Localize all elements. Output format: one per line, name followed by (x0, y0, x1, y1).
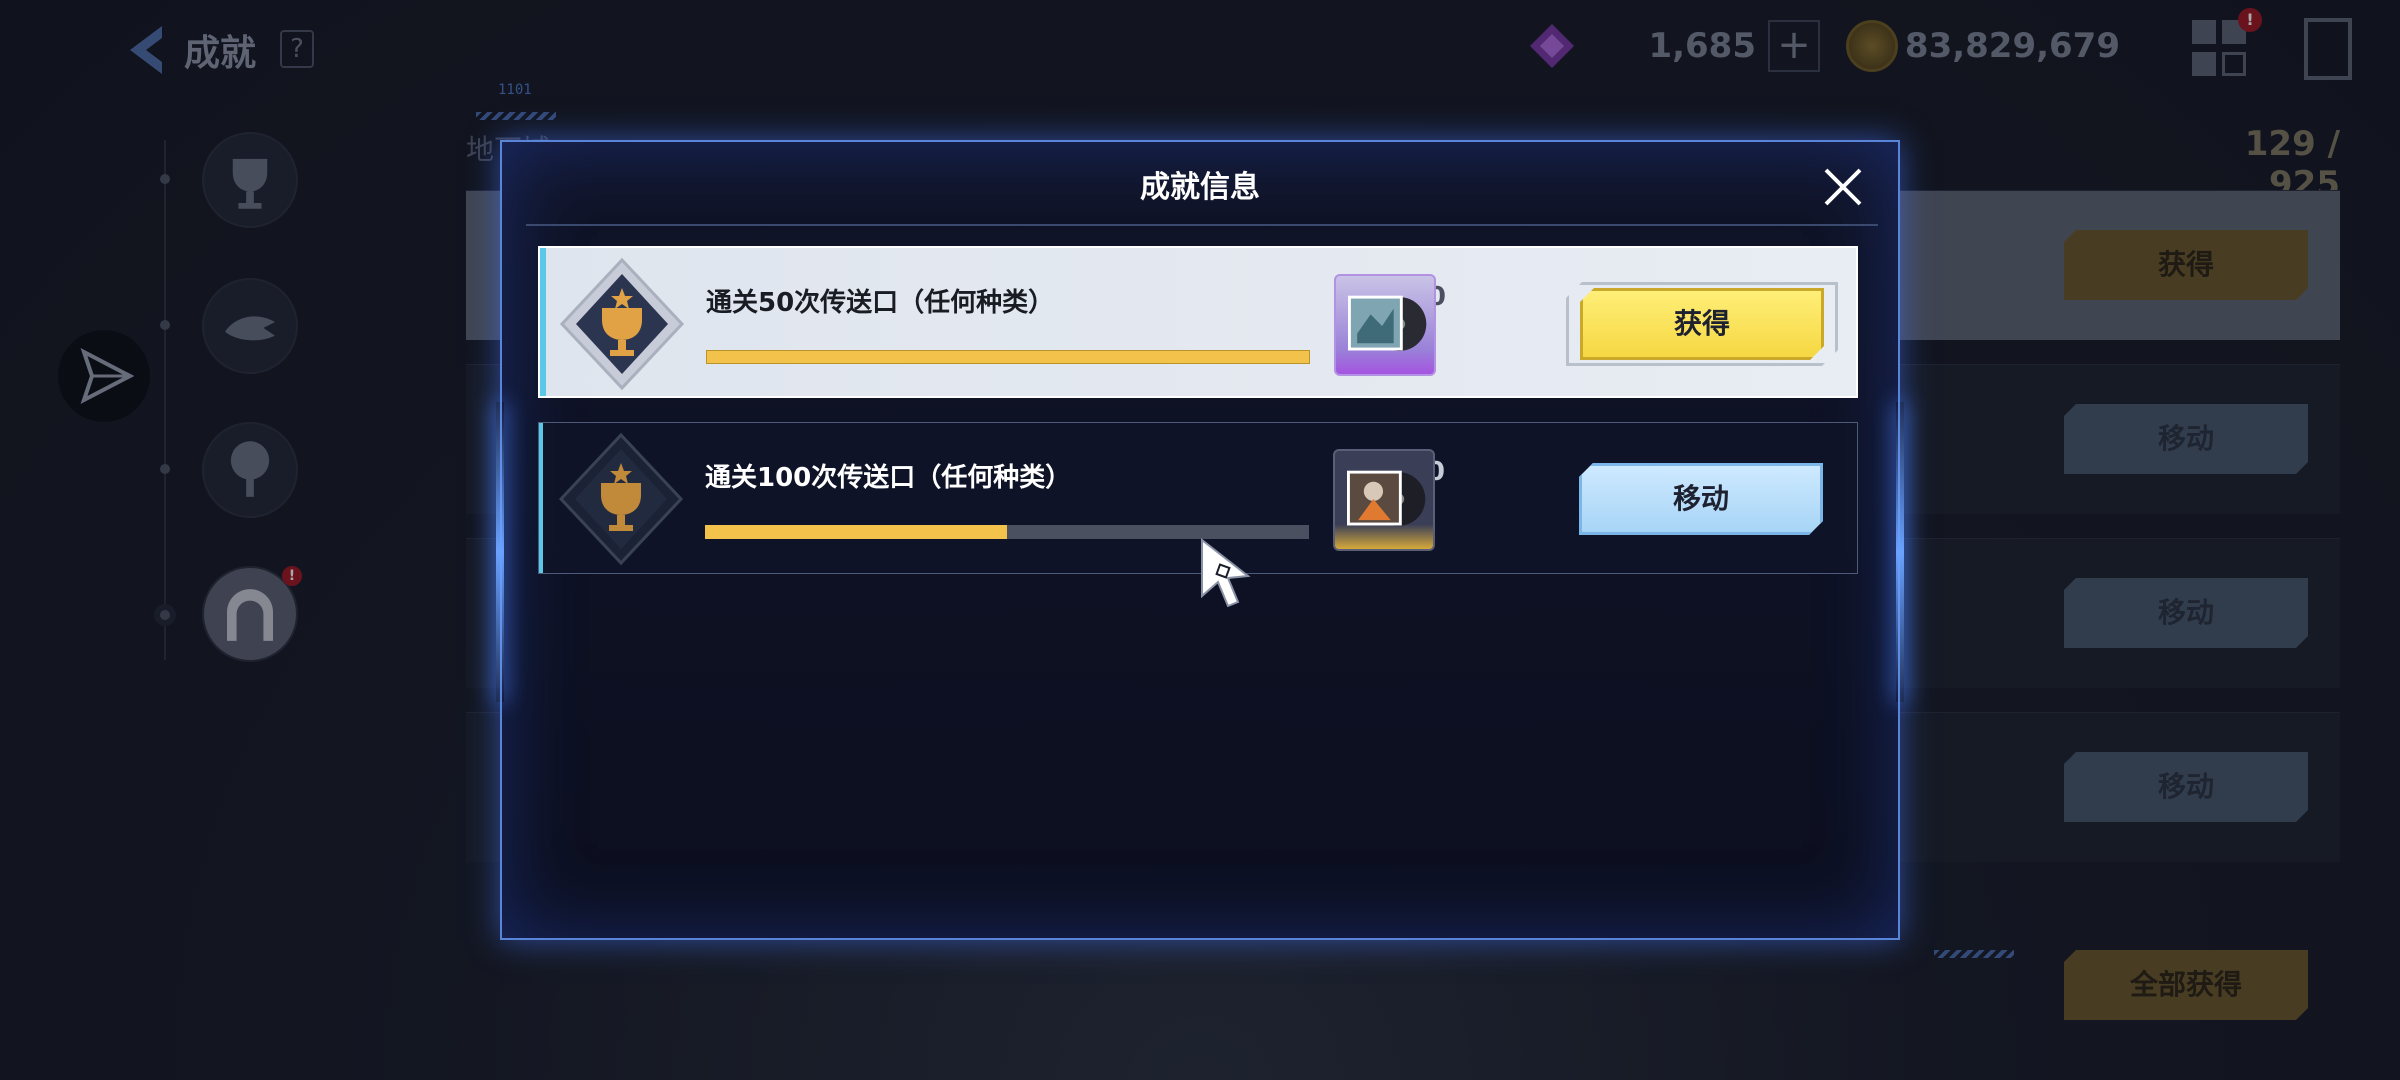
close-icon (1824, 168, 1862, 206)
dialog-glow (1896, 402, 1904, 702)
dialog-glow (496, 402, 504, 702)
claim-button[interactable]: 获得 (1580, 288, 1824, 360)
progress-fill (707, 351, 1309, 363)
row-accent (539, 423, 543, 573)
progress-bar (706, 350, 1310, 364)
reward-item[interactable] (1334, 274, 1436, 376)
achievement-row: 通关50次传送口（任何种类） 50/50 获得 (538, 246, 1858, 398)
cursor-icon (1198, 536, 1252, 608)
divider (526, 224, 1878, 226)
progress-fill (705, 525, 1007, 539)
trophy-emblem-icon (554, 254, 690, 394)
move-button[interactable]: 移动 (1579, 463, 1823, 535)
reward-item[interactable] (1333, 449, 1435, 551)
dialog-title: 成就信息 (1140, 170, 1260, 205)
achievement-name: 通关50次传送口（任何种类） (706, 288, 1055, 318)
record-disc-icon (1347, 470, 1426, 526)
achievement-name: 通关100次传送口（任何种类） (705, 463, 1072, 493)
trophy-emblem-icon (553, 429, 689, 569)
row-accent (540, 248, 546, 396)
record-disc-icon (1348, 295, 1427, 351)
close-button[interactable] (1820, 164, 1866, 210)
